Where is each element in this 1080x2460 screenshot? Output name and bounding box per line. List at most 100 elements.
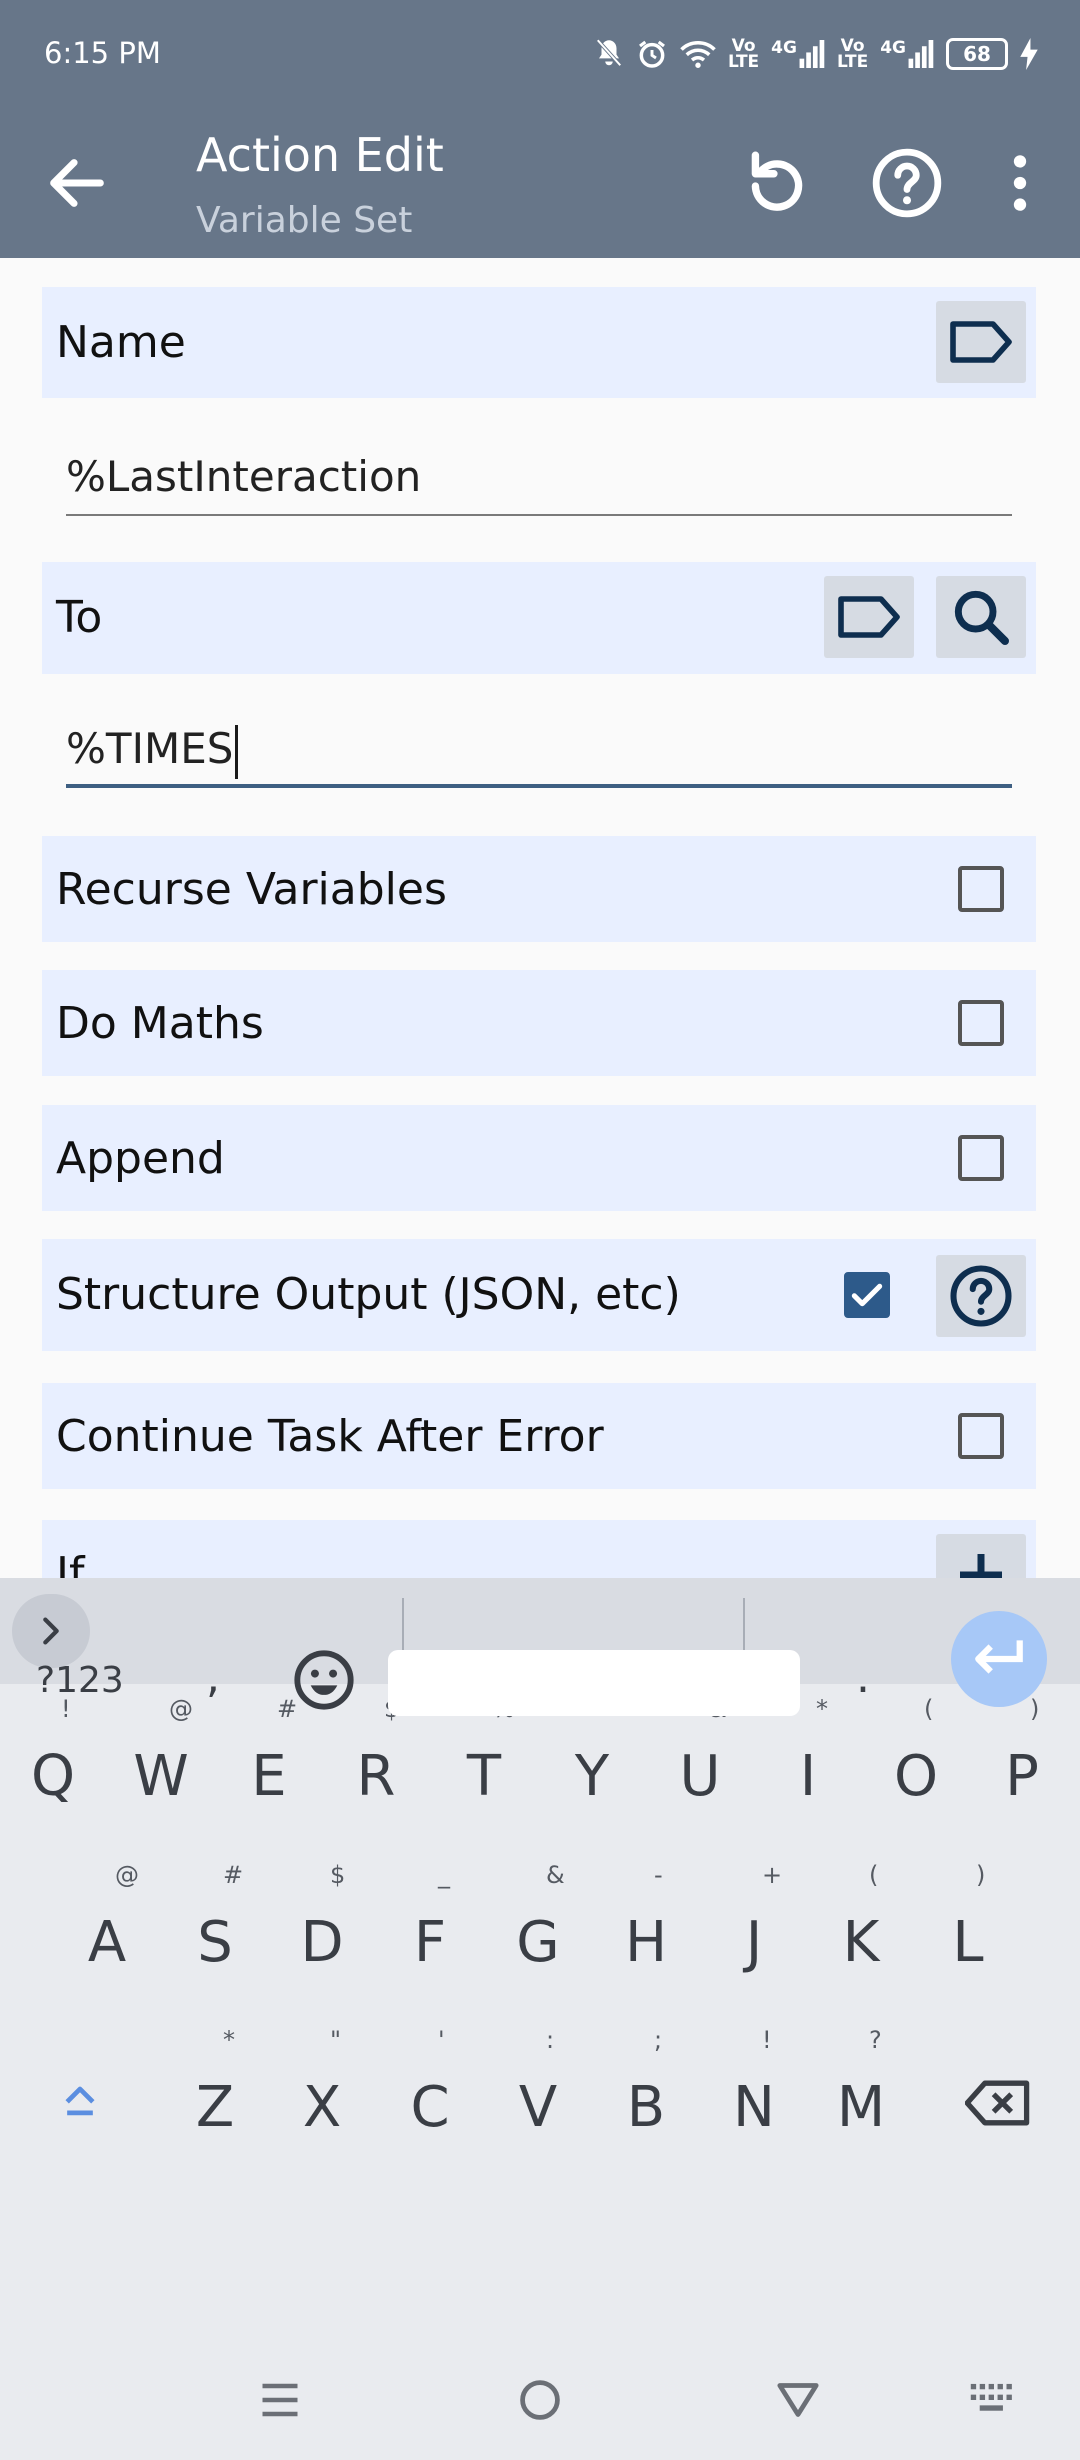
app-bar: Action Edit Variable Set — [0, 108, 1080, 258]
key-z[interactable]: * Z — [165, 2016, 265, 2166]
key-d[interactable]: $ D — [272, 1851, 372, 2001]
name-field[interactable]: %LastInteraction — [66, 446, 1012, 516]
backspace-icon — [965, 2080, 1030, 2126]
key-g[interactable]: & G — [488, 1851, 588, 2001]
name-underline — [66, 514, 1012, 516]
key-x[interactable]: " X — [272, 2016, 372, 2166]
if-label: If — [56, 1548, 85, 1578]
navigation-bar — [0, 2340, 1080, 2460]
space-bar[interactable] — [388, 1650, 800, 1716]
volte-indicator-2: Vo LTE — [836, 36, 869, 72]
key-p[interactable]: ) P — [972, 1685, 1072, 1835]
signal-2: 4G — [880, 40, 934, 68]
to-row: To — [42, 562, 1036, 674]
do-maths-checkbox[interactable] — [958, 1000, 1004, 1046]
keyboard-icon — [970, 2383, 1012, 2411]
key-c[interactable]: ' C — [380, 2016, 480, 2166]
reset-icon[interactable] — [740, 146, 814, 220]
help-icon[interactable] — [870, 146, 944, 220]
status-time: 6:15 PM — [44, 36, 161, 70]
continue-after-error-checkbox[interactable] — [958, 1413, 1004, 1459]
menu-lines-icon — [262, 2383, 298, 2417]
name-row: Name — [42, 287, 1036, 398]
if-row: If — [42, 1520, 1036, 1578]
keyboard-switch-button[interactable] — [964, 2370, 1024, 2430]
alarm-icon — [638, 40, 665, 68]
emoji-icon — [294, 1650, 354, 1710]
symbols-key-label: ?123 — [36, 1660, 124, 1701]
symbols-key[interactable]: ?123 — [20, 1640, 140, 1720]
signal-1: 4G — [771, 40, 825, 68]
status-icons: Vo LTE 4G Vo LTE 4G 68 — [594, 30, 1038, 78]
plus-icon — [960, 1554, 1002, 1578]
structure-output-checkbox[interactable] — [844, 1272, 890, 1318]
emoji-key[interactable] — [284, 1640, 364, 1720]
enter-icon — [975, 1640, 1023, 1674]
comma-key[interactable]: , — [180, 1640, 250, 1720]
charging-icon — [1020, 38, 1038, 70]
app-bar-title: Action Edit — [196, 128, 444, 182]
signal-bars-icon — [908, 40, 934, 68]
battery-indicator: 68 — [946, 38, 1008, 70]
key-a[interactable]: @ A — [57, 1851, 157, 2001]
status-bar: 6:15 PM Vo LTE 4G Vo LTE 4G 68 — [0, 0, 1080, 108]
key-f[interactable]: _ F — [380, 1851, 480, 2001]
append-checkbox[interactable] — [958, 1135, 1004, 1181]
enter-key[interactable] — [951, 1611, 1047, 1707]
key-s[interactable]: # S — [165, 1851, 265, 2001]
to-underline — [66, 784, 1012, 788]
text-caret — [235, 724, 239, 779]
to-variable-button[interactable] — [824, 576, 914, 658]
to-search-button[interactable] — [936, 576, 1026, 658]
recurse-variables-checkbox[interactable] — [958, 866, 1004, 912]
name-variable-button[interactable] — [936, 301, 1026, 383]
more-vert-icon[interactable] — [983, 146, 1057, 220]
shift-key[interactable] — [30, 2016, 130, 2166]
structure-output-help-button[interactable] — [936, 1255, 1026, 1337]
option-label: Append — [56, 1133, 225, 1184]
checkmark-icon — [851, 1283, 883, 1307]
option-do-maths[interactable]: Do Maths — [42, 970, 1036, 1076]
key-h[interactable]: -H — [596, 1851, 696, 2001]
app-bar-subtitle: Variable Set — [196, 200, 413, 241]
wifi-icon — [680, 40, 716, 68]
option-recurse-variables[interactable]: Recurse Variables — [42, 836, 1036, 942]
back-button[interactable] — [768, 2370, 828, 2430]
option-label: Continue Task After Error — [56, 1411, 604, 1462]
shift-icon — [65, 2086, 95, 2116]
volte-indicator: Vo LTE — [727, 36, 760, 72]
label-tag-icon — [950, 321, 1012, 363]
key-n[interactable]: ! N — [704, 2016, 804, 2166]
key-l[interactable]: ) L — [918, 1851, 1018, 2001]
backspace-key[interactable] — [948, 2016, 1048, 2166]
back-arrow-icon[interactable] — [42, 148, 112, 218]
label-tag-icon — [838, 596, 900, 638]
recents-button[interactable] — [250, 2370, 310, 2430]
option-structure-output[interactable]: Structure Output (JSON, etc) — [42, 1239, 1036, 1351]
comma-key-label: , — [206, 1652, 220, 1703]
back-triangle-icon — [777, 2383, 819, 2417]
period-key[interactable]: . — [830, 1640, 900, 1720]
option-label: Do Maths — [56, 998, 264, 1049]
key-v[interactable]: :V — [488, 2016, 588, 2166]
to-label: To — [56, 592, 103, 643]
key-b[interactable]: ; B — [596, 2016, 696, 2166]
key-k[interactable]: (K — [811, 1851, 911, 2001]
help-icon — [950, 1265, 1012, 1327]
name-label: Name — [56, 317, 186, 368]
option-append[interactable]: Append — [42, 1105, 1036, 1211]
mute-notifications-icon — [596, 38, 622, 67]
period-key-label: . — [856, 1652, 870, 1703]
home-circle-icon — [520, 2380, 560, 2420]
search-icon — [954, 590, 1009, 645]
key-j[interactable]: + J — [704, 1851, 804, 2001]
option-label: Recurse Variables — [56, 864, 447, 915]
if-add-button[interactable] — [936, 1534, 1026, 1578]
option-continue-after-error[interactable]: Continue Task After Error — [42, 1383, 1036, 1489]
to-value: %TIMES — [66, 724, 234, 773]
key-m[interactable]: ? M — [811, 2016, 911, 2166]
option-label: Structure Output (JSON, etc) — [56, 1269, 681, 1320]
signal-bars-icon — [799, 40, 825, 68]
home-button[interactable] — [510, 2370, 570, 2430]
to-field[interactable]: %TIMES — [66, 718, 1012, 788]
